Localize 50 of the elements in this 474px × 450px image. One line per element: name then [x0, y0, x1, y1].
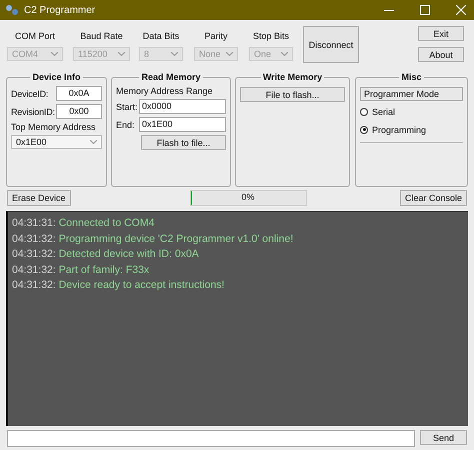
maximize-icon[interactable] — [420, 5, 430, 15]
group-title: Read Memory — [139, 72, 203, 82]
window-title: C2 Programmer — [24, 4, 96, 16]
mode-label: Programmer Mode — [360, 87, 463, 101]
console-line: 04:31:32: Detected device with ID: 0x0A — [12, 247, 200, 262]
field-label: Stop Bits — [252, 31, 290, 41]
close-icon[interactable] — [456, 5, 466, 15]
erase-device-button[interactable]: Erase Device — [7, 190, 71, 206]
console-line: 04:31:32: Part of family: F33x — [12, 262, 150, 278]
field-label: RevisionID: — [11, 106, 56, 116]
input-field[interactable]: 0x0A — [56, 86, 102, 101]
field-label: Start: — [116, 102, 139, 112]
group-title: Device Info — [30, 72, 82, 82]
field-label: Memory Address Range — [116, 86, 214, 96]
file-to-flash-button[interactable]: File to flash... — [240, 87, 345, 102]
send-button[interactable]: Send — [420, 430, 467, 445]
group-title: Misc — [399, 72, 424, 82]
radio-button[interactable] — [360, 126, 368, 134]
dropdown[interactable]: 0x1E00 — [11, 135, 102, 149]
chevron-icon — [51, 52, 58, 56]
console-line: 04:31:31: Connected to COM4 — [12, 216, 156, 231]
console-line: 04:31:32: Programming device 'C2 Programmer v1.0' online! — [12, 232, 294, 246]
field-label: COM Port — [14, 31, 55, 41]
field-label: Parity — [204, 31, 228, 41]
field-label: Data Bits — [142, 31, 180, 41]
console-line: 04:31:32: Device ready to accept instructions! — [12, 278, 226, 293]
field-label: End: — [116, 120, 136, 130]
field-label: Top Memory Address — [11, 122, 97, 132]
progress-text: 0% — [240, 192, 256, 202]
clear-console-button[interactable]: Clear Console — [400, 190, 467, 206]
radio-button[interactable] — [360, 108, 368, 116]
chevron-icon — [226, 52, 233, 56]
flash-to-file-button[interactable]: Flash to file... — [141, 135, 226, 150]
input-field[interactable]: 0x1E00 — [139, 117, 226, 132]
exit-button[interactable]: Exit — [418, 26, 464, 41]
about-button[interactable]: About — [418, 47, 464, 62]
radio-label[interactable]: Serial — [372, 106, 396, 116]
radio-label[interactable]: Programming — [372, 124, 426, 134]
chevron-icon — [171, 52, 178, 56]
group-title: Write Memory — [260, 72, 324, 82]
chevron-icon — [118, 52, 125, 56]
input-field[interactable]: 0x0000 — [139, 99, 226, 114]
field-label: DeviceID: — [11, 88, 50, 98]
chevron-icon — [90, 140, 97, 144]
chevron-icon — [281, 52, 288, 56]
disconnect-button[interactable]: Disconnect — [303, 26, 359, 63]
chain-icon — [5, 4, 19, 16]
command-input[interactable] — [7, 430, 415, 447]
field-label: Baud Rate — [80, 31, 123, 41]
input-field[interactable]: 0x00 — [56, 104, 102, 119]
